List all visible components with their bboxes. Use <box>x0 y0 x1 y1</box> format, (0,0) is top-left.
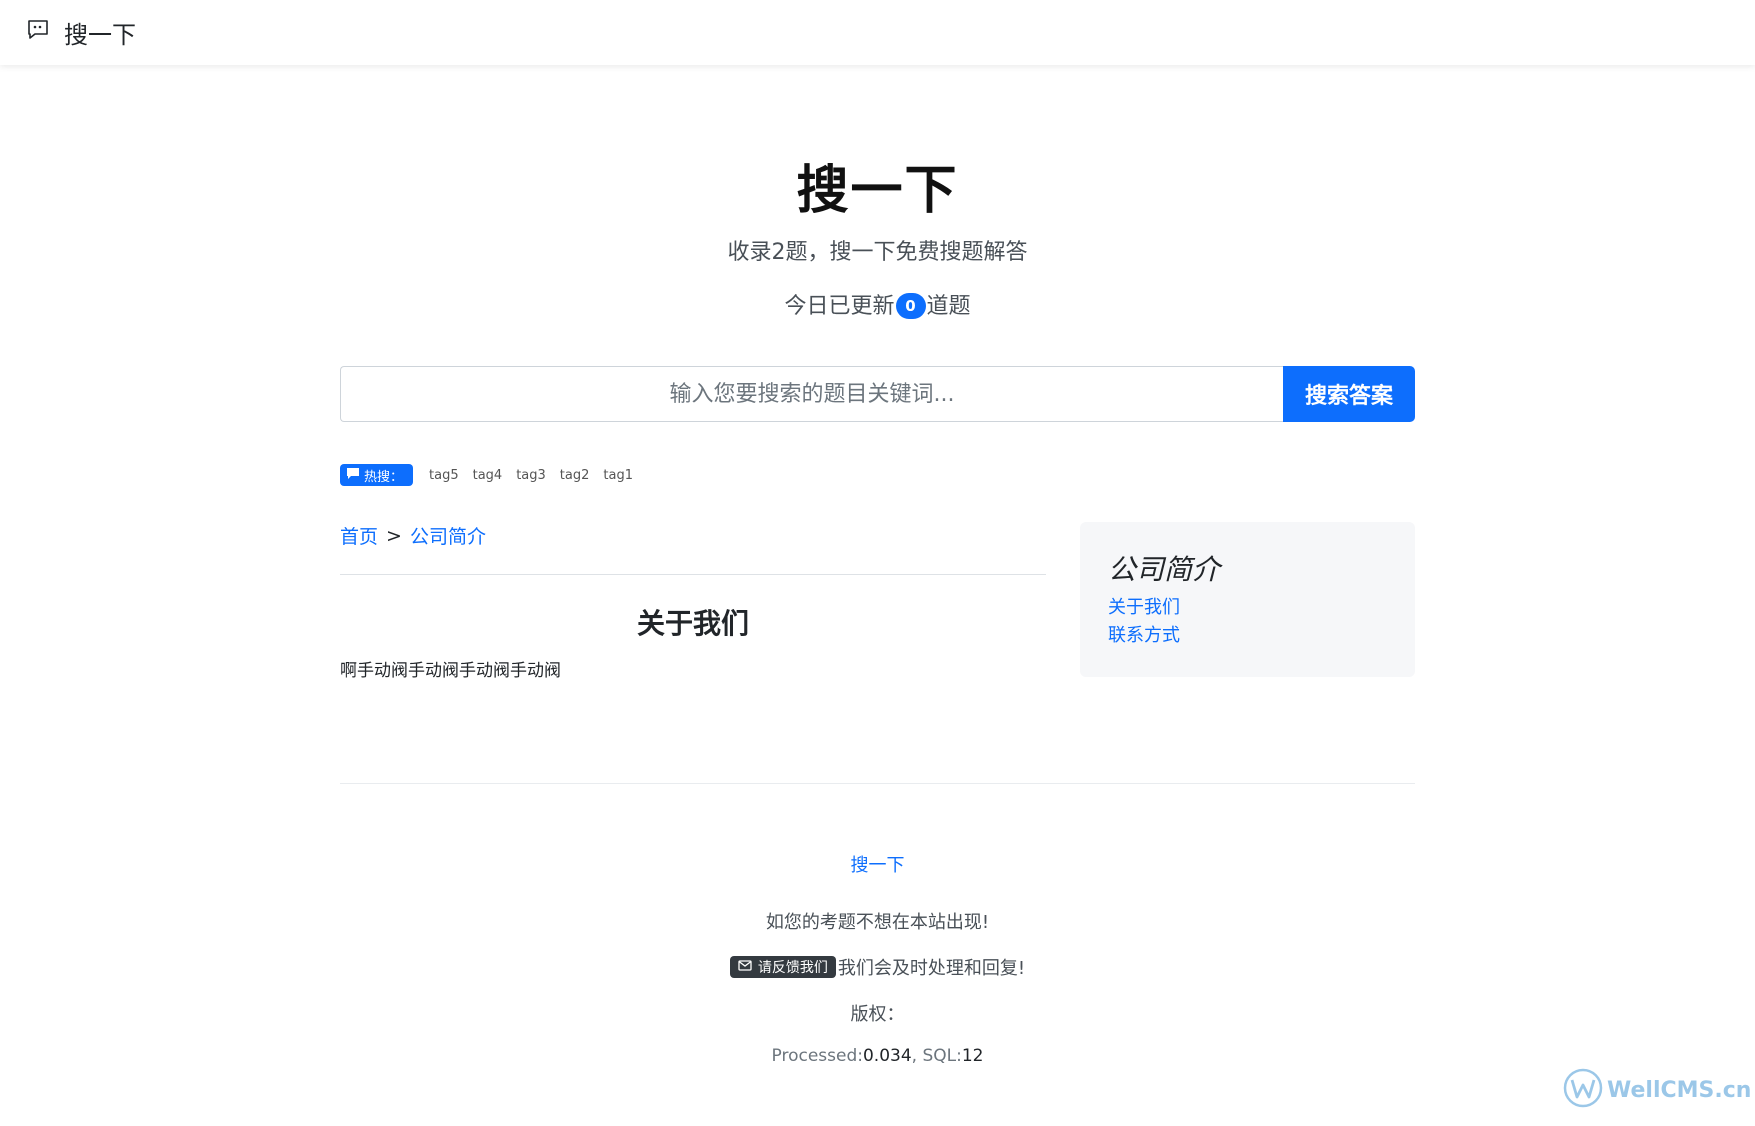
feedback-button-label: 请反馈我们 <box>757 960 828 976</box>
breadcrumb-separator: > <box>386 524 402 547</box>
chat-icon <box>346 467 360 484</box>
article-title: 关于我们 <box>636 607 749 640</box>
sql-value: 12 <box>961 1046 984 1066</box>
today-count-badge: 0 <box>895 293 926 319</box>
search-input[interactable] <box>340 366 1283 422</box>
today-updates: 今日已更新 0 道题 <box>0 288 1755 320</box>
hot-tag[interactable]: tag3 <box>510 468 552 483</box>
footer-feedback: 请反馈我们 我们会及时处理和回复! <box>0 954 1755 980</box>
breadcrumb-current[interactable]: 公司简介 <box>410 522 486 549</box>
wellcms-watermark: WellCMS.cn <box>1563 1068 1751 1112</box>
sidebar-card: 公司简介 关于我们 联系方式 <box>1080 522 1415 677</box>
wellcms-logo-icon <box>1563 1068 1603 1112</box>
quote-message-icon <box>26 18 50 46</box>
sql-label: , SQL: <box>911 1046 962 1066</box>
footer-brand-link[interactable]: 搜一下 <box>0 851 1755 877</box>
article-body: 啊手动阀手动阀手动阀手动阀 <box>340 661 561 681</box>
page-title: 搜一下 <box>796 161 959 221</box>
hot-badge: 热搜： <box>340 464 414 486</box>
feedback-button[interactable]: 请反馈我们 <box>729 956 836 978</box>
breadcrumb-home[interactable]: 首页 <box>340 522 378 549</box>
today-suffix: 道题 <box>926 294 971 319</box>
hero-subtitle: 收录2题，搜一下免费搜题解答 <box>727 240 1028 265</box>
hot-tag[interactable]: tag1 <box>597 468 639 483</box>
brand-link[interactable]: 搜一下 <box>26 14 136 50</box>
sidebar-link-about[interactable]: 关于我们 <box>1108 594 1387 622</box>
processed-value: 0.034 <box>862 1046 912 1066</box>
content-divider <box>340 574 1046 575</box>
footer-copyright: 版权： <box>850 1004 905 1025</box>
search-button[interactable]: 搜索答案 <box>1283 366 1415 422</box>
top-navbar: 搜一下 <box>0 0 1755 65</box>
watermark-text: WellCMS.cn <box>1607 1077 1752 1103</box>
sidebar-title: 公司简介 <box>1108 553 1221 586</box>
feedback-suffix: 我们会及时处理和回复! <box>837 958 1026 979</box>
brand-text: 搜一下 <box>64 20 136 49</box>
footer-notice: 如您的考题不想在本站出现! <box>765 912 990 933</box>
hot-label: 热搜： <box>364 469 404 485</box>
breadcrumb: 首页 > 公司简介 <box>340 522 486 549</box>
hot-tag[interactable]: tag2 <box>554 468 596 483</box>
sidebar-link-contact[interactable]: 联系方式 <box>1108 622 1387 650</box>
processed-label: Processed: <box>771 1046 863 1066</box>
footer-divider <box>340 783 1415 784</box>
footer-stats: Processed:0.034, SQL:12 <box>0 1046 1755 1066</box>
hot-tag[interactable]: tag5 <box>423 468 465 483</box>
hot-tag[interactable]: tag4 <box>467 468 509 483</box>
envelope-icon <box>738 959 752 975</box>
hot-tags: 热搜： tag5 tag4 tag3 tag2 tag1 <box>340 463 639 487</box>
today-prefix: 今日已更新 <box>784 294 895 319</box>
